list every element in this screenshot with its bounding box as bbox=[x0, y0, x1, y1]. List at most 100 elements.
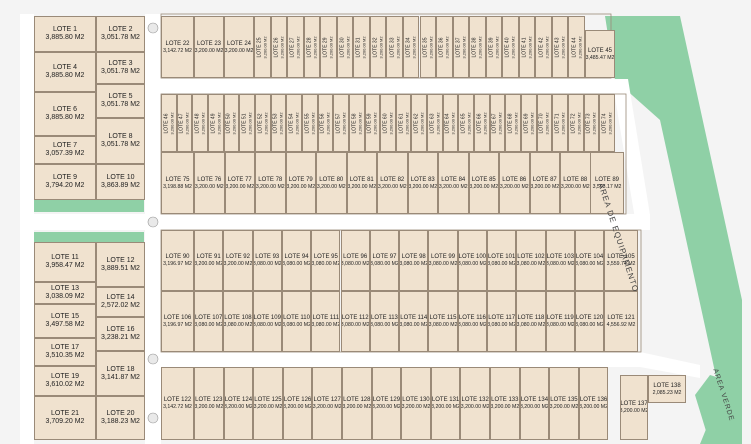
lot-30[interactable]: LOTE 30 3,200.00 M2 bbox=[336, 16, 354, 78]
lot-81[interactable]: LOTE 81 3,200.00 M2 bbox=[346, 152, 377, 214]
lot-103[interactable]: LOTE 103 3,080.00 M2 bbox=[545, 230, 575, 291]
lot-2[interactable]: LOTE 2 3,051.78 M2 bbox=[96, 16, 145, 52]
lot-87[interactable]: LOTE 87 3,200.00 M2 bbox=[529, 152, 560, 214]
lot-19[interactable]: LOTE 19 3,610.02 M2 bbox=[34, 366, 96, 396]
lot-138[interactable]: LOTE 138 2,085.23 M2 bbox=[648, 375, 686, 403]
lot-135[interactable]: LOTE 135 3,200.00 M2 bbox=[549, 367, 579, 440]
lot-41[interactable]: LOTE 41 3,200.00 M2 bbox=[518, 16, 536, 78]
lot-78[interactable]: LOTE 78 3,200.00 M2 bbox=[255, 152, 286, 214]
lot-4[interactable]: LOTE 4 3,885.80 M2 bbox=[34, 52, 96, 92]
lot-122[interactable]: LOTE 122 3,142.72 M2 bbox=[161, 367, 194, 440]
lot-47[interactable]: LOTE 47 3,200.00 M2 bbox=[176, 94, 193, 152]
lot-15[interactable]: LOTE 15 3,497.58 M2 bbox=[34, 304, 96, 338]
lot-10[interactable]: LOTE 10 3,863.89 M2 bbox=[96, 164, 145, 200]
lot-32[interactable]: LOTE 32 3,200.00 M2 bbox=[369, 16, 387, 78]
lot-58[interactable]: LOTE 58 3,200.00 M2 bbox=[348, 94, 365, 152]
lot-131[interactable]: LOTE 131 3,200.00 M2 bbox=[430, 367, 461, 440]
lot-72[interactable]: LOTE 72 3,200.00 M2 bbox=[568, 94, 584, 152]
lot-97[interactable]: LOTE 97 3,080.00 M2 bbox=[369, 230, 400, 291]
lot-65[interactable]: LOTE 65 3,200.00 M2 bbox=[458, 94, 475, 152]
lot-42[interactable]: LOTE 42 3,200.00 M2 bbox=[535, 16, 552, 78]
lot-123[interactable]: LOTE 123 3,200.00 M2 bbox=[194, 367, 224, 440]
lot-116[interactable]: LOTE 116 3,080.00 M2 bbox=[457, 291, 487, 352]
lot-39[interactable]: LOTE 39 3,200.00 M2 bbox=[485, 16, 503, 78]
lot-113[interactable]: LOTE 113 3,080.00 M2 bbox=[369, 291, 400, 352]
lot-1[interactable]: LOTE 1 3,885.80 M2 bbox=[34, 16, 96, 52]
lot-112[interactable]: LOTE 112 3,080.00 M2 bbox=[340, 291, 370, 352]
lot-100[interactable]: LOTE 100 3,080.00 M2 bbox=[457, 230, 487, 291]
lot-55[interactable]: LOTE 55 3,200.00 M2 bbox=[301, 94, 318, 152]
lot-54[interactable]: LOTE 54 3,200.00 M2 bbox=[286, 94, 302, 152]
lot-22[interactable]: LOTE 22 3,142.72 M2 bbox=[161, 16, 194, 78]
lot-129[interactable]: LOTE 129 3,200.00 M2 bbox=[371, 367, 402, 440]
lot-23[interactable]: LOTE 23 3,200.00 M2 bbox=[194, 16, 224, 78]
lot-9[interactable]: LOTE 9 3,794.20 M2 bbox=[34, 164, 96, 200]
lot-17[interactable]: LOTE 17 3,510.35 M2 bbox=[34, 338, 96, 366]
lot-62[interactable]: LOTE 62 3,200.00 M2 bbox=[411, 94, 428, 152]
lot-43[interactable]: LOTE 43 3,200.00 M2 bbox=[551, 16, 569, 78]
lot-93[interactable]: LOTE 93 3,080.00 M2 bbox=[252, 230, 282, 291]
lot-63[interactable]: LOTE 63 3,200.00 M2 bbox=[427, 94, 443, 152]
lot-110[interactable]: LOTE 110 3,080.00 M2 bbox=[281, 291, 312, 352]
lot-115[interactable]: LOTE 115 3,080.00 M2 bbox=[428, 291, 458, 352]
lot-132[interactable]: LOTE 132 3,200.00 M2 bbox=[460, 367, 490, 440]
lot-85[interactable]: LOTE 85 3,200.00 M2 bbox=[468, 152, 499, 214]
lot-13[interactable]: LOTE 13 3,038.09 M2 bbox=[34, 282, 96, 304]
lot-5[interactable]: LOTE 5 3,051.78 M2 bbox=[96, 84, 145, 118]
lot-8[interactable]: LOTE 8 3,051.78 M2 bbox=[96, 118, 145, 164]
lot-36[interactable]: LOTE 36 3,200.00 M2 bbox=[436, 16, 453, 78]
lot-83[interactable]: LOTE 83 3,200.00 M2 bbox=[407, 152, 438, 214]
lot-90[interactable]: LOTE 90 3,196.97 M2 bbox=[161, 230, 194, 291]
lot-37[interactable]: LOTE 37 3,200.00 M2 bbox=[452, 16, 470, 78]
lot-128[interactable]: LOTE 128 3,200.00 M2 bbox=[342, 367, 372, 440]
lot-6[interactable]: LOTE 6 3,885.80 M2 bbox=[34, 92, 96, 136]
lot-67[interactable]: LOTE 67 3,200.00 M2 bbox=[489, 94, 506, 152]
lot-34[interactable]: LOTE 34 3,200.00 M2 bbox=[402, 16, 420, 78]
lot-88[interactable]: LOTE 88 3,200.00 M2 bbox=[560, 152, 591, 214]
lot-40[interactable]: LOTE 40 3,200.00 M2 bbox=[502, 16, 519, 78]
lot-3[interactable]: LOTE 3 3,051.78 M2 bbox=[96, 52, 145, 84]
lot-137[interactable]: LOTE 137 3,200.00 M2 bbox=[620, 375, 648, 440]
lot-94[interactable]: LOTE 94 3,080.00 M2 bbox=[281, 230, 312, 291]
lot-35[interactable]: LOTE 35 3,200.00 M2 bbox=[419, 16, 437, 78]
lot-80[interactable]: LOTE 80 3,200.00 M2 bbox=[316, 152, 347, 214]
lot-60[interactable]: LOTE 60 3,200.00 M2 bbox=[380, 94, 396, 152]
lot-61[interactable]: LOTE 61 3,200.00 M2 bbox=[395, 94, 412, 152]
lot-109[interactable]: LOTE 109 3,080.00 M2 bbox=[252, 291, 282, 352]
lot-136[interactable]: LOTE 136 3,200.00 M2 bbox=[578, 367, 609, 440]
lot-26[interactable]: LOTE 26 3,200.00 M2 bbox=[270, 16, 288, 78]
lot-18[interactable]: LOTE 18 3,141.87 M2 bbox=[96, 351, 145, 396]
lot-49[interactable]: LOTE 49 3,200.00 M2 bbox=[207, 94, 224, 152]
lot-117[interactable]: LOTE 117 3,080.00 M2 bbox=[487, 291, 517, 352]
lot-45[interactable]: LOTE 45 3,485.47 M2 bbox=[585, 30, 615, 78]
lot-46[interactable]: LOTE 46 3,200.00 M2 bbox=[161, 94, 177, 152]
lot-133[interactable]: LOTE 133 3,200.00 M2 bbox=[490, 367, 520, 440]
lot-64[interactable]: LOTE 64 3,200.00 M2 bbox=[442, 94, 459, 152]
lot-48[interactable]: LOTE 48 3,200.00 M2 bbox=[192, 94, 208, 152]
lot-28[interactable]: LOTE 28 3,200.00 M2 bbox=[303, 16, 321, 78]
lot-38[interactable]: LOTE 38 3,200.00 M2 bbox=[469, 16, 486, 78]
lot-33[interactable]: LOTE 33 3,200.00 M2 bbox=[386, 16, 403, 78]
lot-66[interactable]: LOTE 66 3,200.00 M2 bbox=[474, 94, 490, 152]
lot-7[interactable]: LOTE 7 3,057.39 M2 bbox=[34, 136, 96, 164]
lot-44[interactable]: LOTE 44 3,200.00 M2 bbox=[568, 16, 585, 78]
lot-31[interactable]: LOTE 31 3,200.00 M2 bbox=[353, 16, 370, 78]
lot-91[interactable]: LOTE 91 3,200.00 M2 bbox=[194, 230, 224, 291]
lot-74[interactable]: LOTE 74 3,200.00 M2 bbox=[599, 94, 615, 152]
lot-99[interactable]: LOTE 99 3,080.00 M2 bbox=[428, 230, 458, 291]
lot-75[interactable]: LOTE 75 3,198.88 M2 bbox=[161, 152, 194, 214]
lot-21[interactable]: LOTE 21 3,709.20 M2 bbox=[34, 396, 96, 440]
lot-111[interactable]: LOTE 111 3,080.00 M2 bbox=[311, 291, 341, 352]
lot-121[interactable]: LOTE 121 4,556.92 M2 bbox=[604, 291, 638, 352]
lot-56[interactable]: LOTE 56 3,200.00 M2 bbox=[317, 94, 334, 152]
lot-24[interactable]: LOTE 24 3,200.00 M2 bbox=[224, 16, 254, 78]
lot-14[interactable]: LOTE 14 2,572.02 M2 bbox=[96, 287, 145, 317]
lot-127[interactable]: LOTE 127 3,200.00 M2 bbox=[312, 367, 342, 440]
lot-107[interactable]: LOTE 107 3,080.00 M2 bbox=[194, 291, 224, 352]
lot-53[interactable]: LOTE 53 3,200.00 M2 bbox=[270, 94, 287, 152]
lot-101[interactable]: LOTE 101 3,080.00 M2 bbox=[487, 230, 517, 291]
lot-82[interactable]: LOTE 82 3,200.00 M2 bbox=[377, 152, 408, 214]
lot-95[interactable]: LOTE 95 3,080.00 M2 bbox=[311, 230, 341, 291]
lot-27[interactable]: LOTE 27 3,200.00 M2 bbox=[287, 16, 304, 78]
lot-59[interactable]: LOTE 59 3,200.00 M2 bbox=[364, 94, 381, 152]
